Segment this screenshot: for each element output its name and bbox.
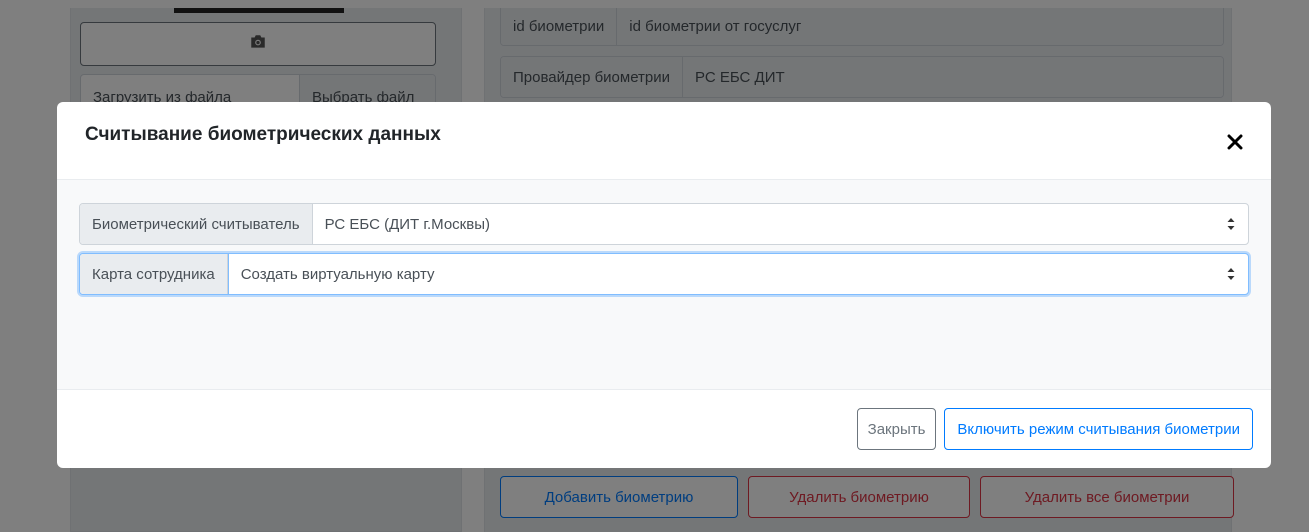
close-icon[interactable] <box>1227 134 1247 154</box>
modal-body: Биометрический считыватель РС ЕБС (ДИТ г… <box>57 180 1271 390</box>
card-value: Создать виртуальную карту <box>240 265 435 283</box>
reader-select-group: Биометрический считыватель РС ЕБС (ДИТ г… <box>79 203 1249 245</box>
modal-title: Считывание биометрических данных <box>85 123 441 145</box>
reader-value: РС ЕБС (ДИТ г.Москвы) <box>324 215 490 233</box>
enable-reading-button[interactable]: Включить режим считывания биометрии <box>944 408 1253 450</box>
reader-select[interactable]: РС ЕБС (ДИТ г.Москвы) <box>313 204 1248 244</box>
biometric-modal: Считывание биометрических данных Биометр… <box>57 102 1271 468</box>
reader-label: Биометрический считыватель <box>80 204 313 244</box>
close-button[interactable]: Закрыть <box>856 408 937 450</box>
modal-footer: Закрыть Включить режим считывания биомет… <box>57 390 1271 468</box>
card-select[interactable]: Создать виртуальную карту <box>227 254 1248 294</box>
card-select-group: Карта сотрудника Создать виртуальную кар… <box>79 253 1249 295</box>
select-arrows-icon <box>1227 268 1235 280</box>
select-arrows-icon <box>1227 218 1235 230</box>
card-label: Карта сотрудника <box>80 254 228 294</box>
modal-header: Считывание биометрических данных <box>57 102 1271 180</box>
